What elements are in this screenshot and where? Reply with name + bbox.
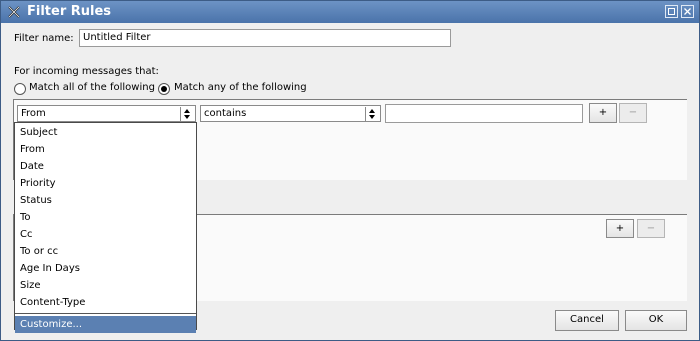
menu-item-priority[interactable]: Priority [15,175,196,192]
maximize-icon [668,8,675,15]
app-icon [8,6,20,18]
window-title: Filter Rules [27,4,112,19]
maximize-button[interactable] [665,5,678,18]
title-bar[interactable]: Filter Rules [1,1,699,23]
filter-rules-window: Filter Rules Filter name: Untitled Filte… [0,0,700,341]
field-dropdown-menu: Subject From Date Priority Status To Cc … [14,122,197,333]
filter-name-input[interactable]: Untitled Filter [79,29,451,47]
add-action-button[interactable]: + [606,219,634,238]
incoming-label: For incoming messages that: [14,66,159,77]
rule-value-input[interactable] [385,104,583,123]
menu-item-from[interactable]: From [15,141,196,158]
menu-item-customize[interactable]: Customize... [15,316,196,333]
menu-item-subject[interactable]: Subject [15,124,196,141]
menu-item-date[interactable]: Date [15,158,196,175]
rule-field-value: From [21,108,46,119]
match-any-radio[interactable] [158,83,170,95]
menu-item-content-type[interactable]: Content-Type [15,294,196,311]
close-button[interactable] [681,5,694,18]
menu-item-age-in-days[interactable]: Age In Days [15,260,196,277]
add-rule-button[interactable]: + [589,103,617,123]
menu-item-status[interactable]: Status [15,192,196,209]
rule-operator-combo[interactable]: contains [200,105,381,122]
remove-action-button[interactable]: − [637,219,665,238]
menu-item-to-or-cc[interactable]: To or cc [15,243,196,260]
remove-rule-button[interactable]: − [619,103,647,123]
match-all-label[interactable]: Match all of the following [29,82,155,93]
rule-field-combo[interactable]: From [17,105,196,122]
rule-operator-value: contains [204,108,247,119]
menu-separator [15,313,196,314]
cancel-button[interactable]: Cancel [555,310,619,331]
combo-arrow-icon [365,107,378,121]
menu-item-to[interactable]: To [15,209,196,226]
filter-name-label: Filter name: [14,33,74,44]
match-all-radio[interactable] [14,83,26,95]
match-any-label[interactable]: Match any of the following [174,82,307,93]
menu-item-size[interactable]: Size [15,277,196,294]
close-icon [684,8,691,15]
menu-item-cc[interactable]: Cc [15,226,196,243]
ok-button[interactable]: OK [625,310,687,331]
combo-arrow-icon [180,107,193,121]
